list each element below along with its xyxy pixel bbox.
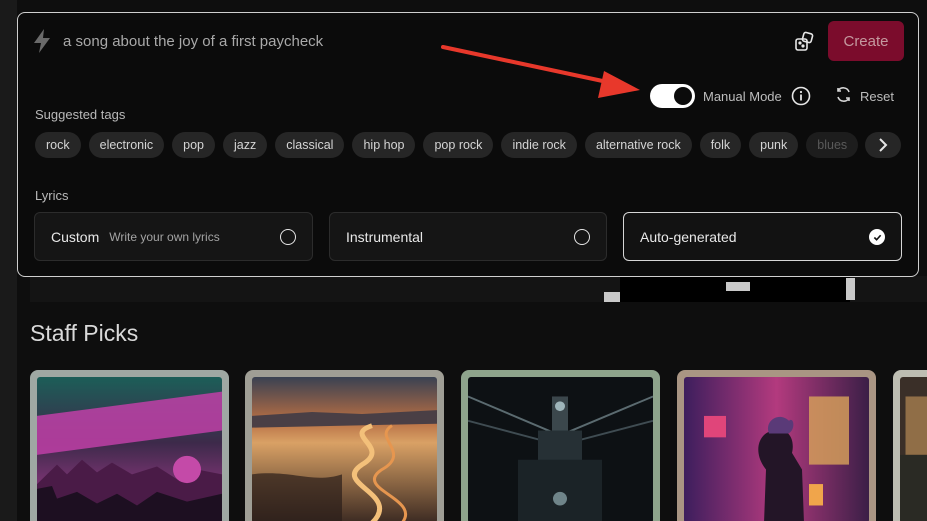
tag-chip[interactable]: jazz: [222, 132, 268, 158]
tag-chip[interactable]: alternative rock: [584, 132, 692, 158]
tag-chip[interactable]: indie rock: [501, 132, 577, 158]
reset-label: Reset: [860, 88, 894, 104]
refresh-icon: [835, 86, 852, 106]
tag-chip[interactable]: classical: [275, 132, 345, 158]
tag-chip[interactable]: blues: [806, 132, 859, 158]
tag-chip[interactable]: pop: [172, 132, 215, 158]
create-panel: a song about the joy of a first paycheck…: [17, 12, 919, 277]
background-block: [726, 282, 750, 291]
random-dice-button[interactable]: [794, 31, 816, 53]
tag-chip[interactable]: hip hop: [352, 132, 416, 158]
staff-pick-card[interactable]: [893, 370, 927, 521]
reset-button[interactable]: Reset: [835, 87, 894, 105]
toggle-knob: [674, 87, 692, 105]
option-title: Auto-generated: [640, 228, 737, 245]
lightning-icon: [32, 29, 52, 53]
radio-button[interactable]: [280, 229, 296, 245]
tags-next-button[interactable]: [865, 132, 901, 158]
tag-chip[interactable]: folk: [699, 132, 742, 158]
background-block: [846, 278, 855, 300]
song-prompt-input[interactable]: a song about the joy of a first paycheck: [63, 33, 323, 50]
card-artwork: [684, 377, 869, 521]
tag-chip[interactable]: punk: [749, 132, 799, 158]
radio-button[interactable]: [574, 229, 590, 245]
radio-button-checked[interactable]: [869, 229, 885, 245]
lyrics-option-instrumental[interactable]: Instrumental: [329, 212, 607, 261]
suggested-tags-heading: Suggested tags: [35, 107, 126, 122]
option-title: Instrumental: [346, 228, 424, 245]
page-left-edge: [0, 0, 17, 521]
staff-pick-card[interactable]: [677, 370, 876, 521]
staff-pick-card[interactable]: [30, 370, 229, 521]
staff-pick-card[interactable]: [461, 370, 660, 521]
option-title: Custom: [51, 228, 100, 245]
info-icon[interactable]: [791, 86, 811, 106]
create-button[interactable]: Create: [828, 21, 904, 61]
background-block: [604, 292, 620, 302]
option-subtitle: Write your own lyrics: [109, 229, 220, 244]
lyrics-option-auto-generated[interactable]: Auto-generated: [623, 212, 902, 261]
card-artwork: [252, 377, 437, 521]
card-artwork: [468, 377, 653, 521]
suggested-tags-list: rock electronic pop jazz classical hip h…: [35, 132, 859, 158]
manual-mode-toggle[interactable]: [650, 84, 695, 108]
card-artwork: [900, 377, 927, 521]
staff-pick-card[interactable]: [245, 370, 444, 521]
checkmark-icon: [873, 234, 881, 241]
lyrics-heading: Lyrics: [35, 188, 69, 203]
tag-chip[interactable]: rock: [35, 132, 81, 158]
chevron-right-icon: [879, 138, 888, 152]
lyrics-option-custom[interactable]: Custom Write your own lyrics: [34, 212, 313, 261]
tag-chip[interactable]: electronic: [88, 132, 165, 158]
staff-picks-title: Staff Picks: [30, 320, 139, 346]
card-artwork: [37, 377, 222, 521]
manual-mode-label: Manual Mode: [703, 89, 782, 104]
tag-chip[interactable]: pop rock: [423, 132, 494, 158]
